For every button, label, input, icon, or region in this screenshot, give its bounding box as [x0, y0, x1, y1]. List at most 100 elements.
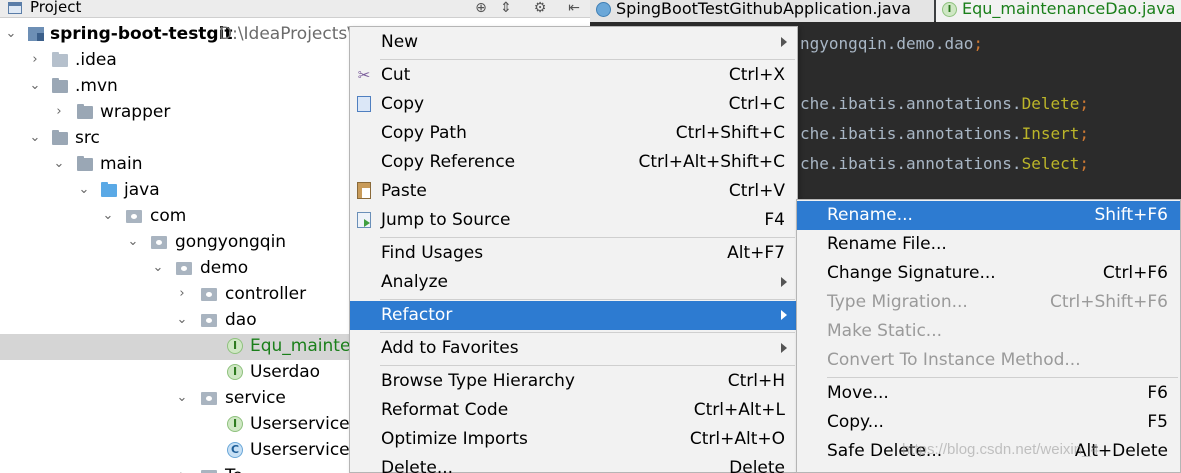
menu-item-cut[interactable]: ✂ Cut Ctrl+X: [350, 61, 797, 90]
menu-item-rename-file[interactable]: Rename File...: [797, 230, 1180, 259]
tree-item-label: wrapper: [100, 102, 171, 122]
menu-item-shortcut: F4: [764, 210, 785, 230]
menu-item-add-to-favorites[interactable]: Add to Favorites: [350, 334, 797, 363]
menu-item-jump-to-source[interactable]: Jump to Source F4: [350, 206, 797, 235]
menu-item-label: Optimize Imports: [381, 429, 528, 449]
submenu-arrow-icon: [781, 37, 787, 47]
submenu-arrow-icon: [781, 343, 787, 353]
menu-item-make-static[interactable]: Make Static...: [797, 317, 1180, 346]
menu-item-copy[interactable]: Copy Ctrl+C: [350, 90, 797, 119]
menu-item-paste[interactable]: Paste Ctrl+V: [350, 177, 797, 206]
chevron-down-icon[interactable]: ⌄: [52, 156, 66, 172]
chevron-right-icon[interactable]: ›: [175, 286, 189, 302]
menu-separator: [380, 299, 795, 300]
menu-item-shortcut: Ctrl+Alt+Shift+C: [638, 152, 785, 172]
chevron-right-icon[interactable]: ›: [28, 52, 42, 68]
project-window-icon: [8, 2, 22, 14]
submenu-arrow-icon: [781, 310, 787, 320]
interface-icon: I: [227, 338, 243, 354]
chevron-down-icon[interactable]: ⌄: [28, 130, 42, 146]
menu-item-label: Copy Path: [381, 123, 467, 143]
menu-item-shortcut: Ctrl+Shift+C: [675, 123, 785, 143]
chevron-down-icon[interactable]: ⌄: [126, 234, 140, 250]
menu-item-delete[interactable]: Delete... Delete: [350, 454, 797, 473]
editor-tab-bar: SpingBootTestGithubApplication.java I Eq…: [590, 0, 1181, 22]
tree-item-label: Userdao: [250, 362, 321, 382]
menu-item-change-signature[interactable]: Change Signature... Ctrl+F6: [797, 259, 1180, 288]
folder-icon: [52, 52, 68, 67]
menu-item-shortcut: Ctrl+V: [728, 181, 785, 201]
package-icon: [201, 392, 217, 405]
menu-separator: [380, 365, 795, 366]
menu-item-type-migration[interactable]: Type Migration... Ctrl+Shift+F6: [797, 288, 1180, 317]
spring-class-icon: [596, 2, 611, 17]
jump-to-source-icon: [357, 212, 371, 228]
menu-item-copy-refactor[interactable]: Copy... F5: [797, 408, 1180, 437]
menu-item-refactor[interactable]: Refactor: [350, 301, 797, 330]
project-panel-header: Project ⊕ ⇕ ⚙ ⇤: [0, 0, 590, 18]
tree-item-label: com: [150, 206, 187, 226]
menu-item-label: Add to Favorites: [381, 338, 519, 358]
scissors-icon: ✂: [357, 66, 371, 84]
tab-sping-boot-test-github-application[interactable]: SpingBootTestGithubApplication.java: [590, 0, 934, 22]
menu-item-label: Jump to Source: [381, 210, 511, 230]
tree-item-label: demo: [200, 258, 249, 278]
menu-item-label: Browse Type Hierarchy: [381, 371, 575, 391]
chevron-right-icon[interactable]: ›: [52, 104, 66, 120]
menu-item-shortcut: Ctrl+H: [727, 371, 785, 391]
menu-item-shortcut: F6: [1147, 383, 1168, 403]
interface-icon: I: [227, 416, 243, 432]
chevron-down-icon[interactable]: ⌄: [175, 390, 189, 406]
hide-panel-icon[interactable]: ⇤: [565, 0, 583, 17]
menu-item-shortcut: Alt+F7: [727, 243, 785, 263]
tree-item-label: src: [75, 128, 100, 148]
chevron-down-icon[interactable]: ⌄: [4, 26, 18, 42]
package-icon: [201, 314, 217, 327]
package-icon: [151, 236, 167, 249]
tree-item-label: spring-boot-testgit: [50, 24, 233, 44]
menu-item-label: Copy...: [827, 412, 884, 432]
menu-item-find-usages[interactable]: Find Usages Alt+F7: [350, 239, 797, 268]
tree-item-label: Equ_mainten: [250, 336, 362, 356]
menu-item-copy-reference[interactable]: Copy Reference Ctrl+Alt+Shift+C: [350, 148, 797, 177]
package-icon: [176, 262, 192, 275]
menu-item-move[interactable]: Move... F6: [797, 379, 1180, 408]
menu-item-label: Move...: [827, 383, 889, 403]
class-icon: C: [227, 442, 243, 458]
menu-item-shortcut: Ctrl+F6: [1102, 263, 1168, 283]
menu-item-browse-type-hierarchy[interactable]: Browse Type Hierarchy Ctrl+H: [350, 367, 797, 396]
menu-item-copy-path[interactable]: Copy Path Ctrl+Shift+C: [350, 119, 797, 148]
collapse-all-icon[interactable]: ⇕: [497, 0, 515, 17]
menu-item-new[interactable]: New: [350, 28, 797, 57]
locate-icon[interactable]: ⊕: [472, 0, 490, 17]
tree-item-label: main: [100, 154, 143, 174]
menu-item-label: Rename File...: [827, 234, 947, 254]
chevron-down-icon[interactable]: ⌄: [151, 260, 165, 276]
tree-item-label: gongyongqin: [175, 232, 287, 252]
chevron-down-icon[interactable]: ⌄: [101, 208, 115, 224]
menu-item-label: Analyze: [381, 272, 448, 292]
tree-item-label: .idea: [75, 50, 117, 70]
gear-icon[interactable]: ⚙: [531, 0, 549, 17]
module-icon: [28, 27, 44, 41]
menu-item-shortcut: F5: [1147, 412, 1168, 432]
menu-item-optimize-imports[interactable]: Optimize Imports Ctrl+Alt+O: [350, 425, 797, 454]
menu-item-label: Copy: [381, 94, 425, 114]
package-icon: [201, 288, 217, 301]
menu-item-analyze[interactable]: Analyze: [350, 268, 797, 297]
code-line: che.ibatis.annotations.Select;: [800, 154, 1089, 173]
tab-equ-maintenance-dao[interactable]: I Equ_maintenanceDao.java: [936, 0, 1181, 22]
menu-item-rename[interactable]: Rename... Shift+F6: [797, 201, 1180, 230]
menu-separator: [827, 377, 1178, 378]
chevron-down-icon[interactable]: ⌄: [28, 78, 42, 94]
chevron-right-icon[interactable]: ›: [175, 468, 189, 473]
menu-item-reformat-code[interactable]: Reformat Code Ctrl+Alt+L: [350, 396, 797, 425]
chevron-down-icon[interactable]: ⌄: [175, 312, 189, 328]
folder-icon: [52, 130, 68, 145]
menu-item-convert-to-instance-method[interactable]: Convert To Instance Method...: [797, 346, 1180, 375]
tree-item-label: To: [225, 464, 243, 473]
code-line: ngyongqin.demo.dao;: [800, 34, 984, 53]
refactor-submenu: Rename... Shift+F6 Rename File... Change…: [796, 199, 1181, 473]
chevron-down-icon[interactable]: ⌄: [77, 182, 91, 198]
project-panel-title[interactable]: Project: [30, 0, 81, 16]
